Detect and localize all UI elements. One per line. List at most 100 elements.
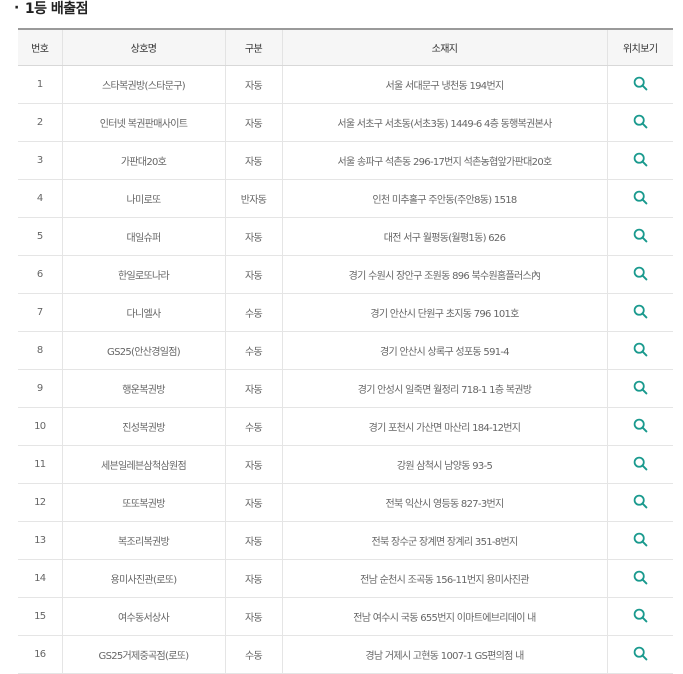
cell-store-name: 한일로또나라 xyxy=(62,255,226,294)
search-icon xyxy=(633,266,648,281)
table-row: 7 다니엘사 수동 경기 안산시 단원구 초지동 796 101호 xyxy=(18,293,673,332)
cell-store-name: 진성복권방 xyxy=(62,407,226,446)
cell-address: 경기 수원시 장안구 조원동 896 북수원홈플러스內 xyxy=(282,255,608,294)
view-location-button[interactable] xyxy=(630,644,650,664)
cell-store-name: 나미로또 xyxy=(62,179,226,218)
search-icon xyxy=(633,646,648,661)
cell-type: 자동 xyxy=(225,369,283,408)
cell-location xyxy=(607,217,673,256)
cell-type: 자동 xyxy=(225,103,283,142)
cell-location xyxy=(607,141,673,180)
view-location-button[interactable] xyxy=(630,150,650,170)
cell-no: 9 xyxy=(18,369,63,408)
cell-no: 4 xyxy=(18,179,63,218)
header-type: 구분 xyxy=(225,29,283,66)
view-location-button[interactable] xyxy=(630,112,650,132)
cell-address: 서울 서대문구 냉천동 194번지 xyxy=(282,65,608,104)
view-location-button[interactable] xyxy=(630,226,650,246)
header-address: 소재지 xyxy=(282,29,608,66)
search-icon xyxy=(633,76,648,91)
cell-type: 자동 xyxy=(225,521,283,560)
view-location-button[interactable] xyxy=(630,568,650,588)
search-icon xyxy=(633,228,648,243)
cell-address: 서울 서초구 서초동(서초3동) 1449-6 4층 동행복권본사 xyxy=(282,103,608,142)
table-row: 8 GS25(안산경일점) 수동 경기 안산시 상록구 성포동 591-4 xyxy=(18,331,673,370)
search-icon xyxy=(633,380,648,395)
table-row: 9 행운복권방 자동 경기 안성시 일죽면 월정리 718-1 1층 복권방 xyxy=(18,369,673,408)
cell-type: 자동 xyxy=(225,65,283,104)
cell-address: 경기 안산시 단원구 초지동 796 101호 xyxy=(282,293,608,332)
cell-address: 경기 안성시 일죽면 월정리 718-1 1층 복권방 xyxy=(282,369,608,408)
cell-address: 서울 송파구 석촌동 296-17번지 석촌농협앞가판대20호 xyxy=(282,141,608,180)
table-row: 4 나미로또 반자동 인천 미추홀구 주안동(주안8동) 1518 xyxy=(18,179,673,218)
title-bullet: · xyxy=(14,0,19,16)
winner-stores-table: 번호 상호명 구분 소재지 위치보기 1 스타복권방(스타문구) 자동 서울 서대문구… xyxy=(18,28,673,674)
cell-type: 자동 xyxy=(225,559,283,598)
table-body: 1 스타복권방(스타문구) 자동 서울 서대문구 냉천동 194번지 2 인터넷 복권판매… xyxy=(18,65,673,674)
table-row: 1 스타복권방(스타문구) 자동 서울 서대문구 냉천동 194번지 xyxy=(18,65,673,104)
table-row: 15 여수동서상사 자동 전남 여수시 국동 655번지 이마트에브리데이 내 xyxy=(18,597,673,636)
cell-type: 자동 xyxy=(225,141,283,180)
cell-no: 12 xyxy=(18,483,63,522)
search-icon xyxy=(633,494,648,509)
view-location-button[interactable] xyxy=(630,492,650,512)
view-location-button[interactable] xyxy=(630,530,650,550)
cell-no: 2 xyxy=(18,103,63,142)
cell-type: 자동 xyxy=(225,483,283,522)
cell-no: 15 xyxy=(18,597,63,636)
cell-no: 10 xyxy=(18,407,63,446)
cell-address: 전북 장수군 장계면 장계리 351-8번지 xyxy=(282,521,608,560)
cell-location xyxy=(607,103,673,142)
cell-location xyxy=(607,483,673,522)
view-location-button[interactable] xyxy=(630,340,650,360)
cell-address: 전북 익산시 영등동 827-3번지 xyxy=(282,483,608,522)
search-icon xyxy=(633,304,648,319)
cell-store-name: 가판대20호 xyxy=(62,141,226,180)
cell-no: 11 xyxy=(18,445,63,484)
search-icon xyxy=(633,570,648,585)
search-icon xyxy=(633,342,648,357)
table-row: 2 인터넷 복권판매사이트 자동 서울 서초구 서초동(서초3동) 1449-6 4층… xyxy=(18,103,673,142)
view-location-button[interactable] xyxy=(630,416,650,436)
view-location-button[interactable] xyxy=(630,188,650,208)
table-row: 3 가판대20호 자동 서울 송파구 석촌동 296-17번지 석촌농협앞가판대20호 xyxy=(18,141,673,180)
cell-type: 수동 xyxy=(225,293,283,332)
cell-no: 1 xyxy=(18,65,63,104)
cell-location xyxy=(607,521,673,560)
view-location-button[interactable] xyxy=(630,264,650,284)
view-location-button[interactable] xyxy=(630,74,650,94)
search-icon xyxy=(633,532,648,547)
cell-store-name: 세븐일레븐삼척삼원점 xyxy=(62,445,226,484)
cell-address: 강원 삼척시 남양동 93-5 xyxy=(282,445,608,484)
search-icon xyxy=(633,190,648,205)
cell-store-name: 용미사진관(로또) xyxy=(62,559,226,598)
cell-location xyxy=(607,179,673,218)
cell-location xyxy=(607,331,673,370)
cell-no: 3 xyxy=(18,141,63,180)
view-location-button[interactable] xyxy=(630,454,650,474)
cell-type: 자동 xyxy=(225,597,283,636)
table-row: 14 용미사진관(로또) 자동 전남 순천시 조곡동 156-11번지 용미사진관 xyxy=(18,559,673,598)
header-name: 상호명 xyxy=(62,29,226,66)
table-row: 12 또또복권방 자동 전북 익산시 영등동 827-3번지 xyxy=(18,483,673,522)
view-location-button[interactable] xyxy=(630,378,650,398)
cell-type: 수동 xyxy=(225,331,283,370)
cell-location xyxy=(607,65,673,104)
table-header: 번호 상호명 구분 소재지 위치보기 xyxy=(18,29,673,66)
cell-store-name: 여수동서상사 xyxy=(62,597,226,636)
cell-store-name: 복조리복권방 xyxy=(62,521,226,560)
cell-store-name: GS25거제중곡점(로또) xyxy=(62,635,226,674)
section-title: 1등 배출점 xyxy=(24,1,89,17)
cell-type: 반자동 xyxy=(225,179,283,218)
search-icon xyxy=(633,608,648,623)
cell-location xyxy=(607,597,673,636)
cell-location xyxy=(607,407,673,446)
cell-type: 자동 xyxy=(225,445,283,484)
header-location: 위치보기 xyxy=(607,29,673,66)
view-location-button[interactable] xyxy=(630,606,650,626)
cell-address: 경기 포천시 가산면 마산리 184-12번지 xyxy=(282,407,608,446)
cell-no: 8 xyxy=(18,331,63,370)
view-location-button[interactable] xyxy=(630,302,650,322)
table-row: 5 대일슈퍼 자동 대전 서구 월평동(월평1동) 626 xyxy=(18,217,673,256)
header-row: 번호 상호명 구분 소재지 위치보기 xyxy=(18,29,673,66)
